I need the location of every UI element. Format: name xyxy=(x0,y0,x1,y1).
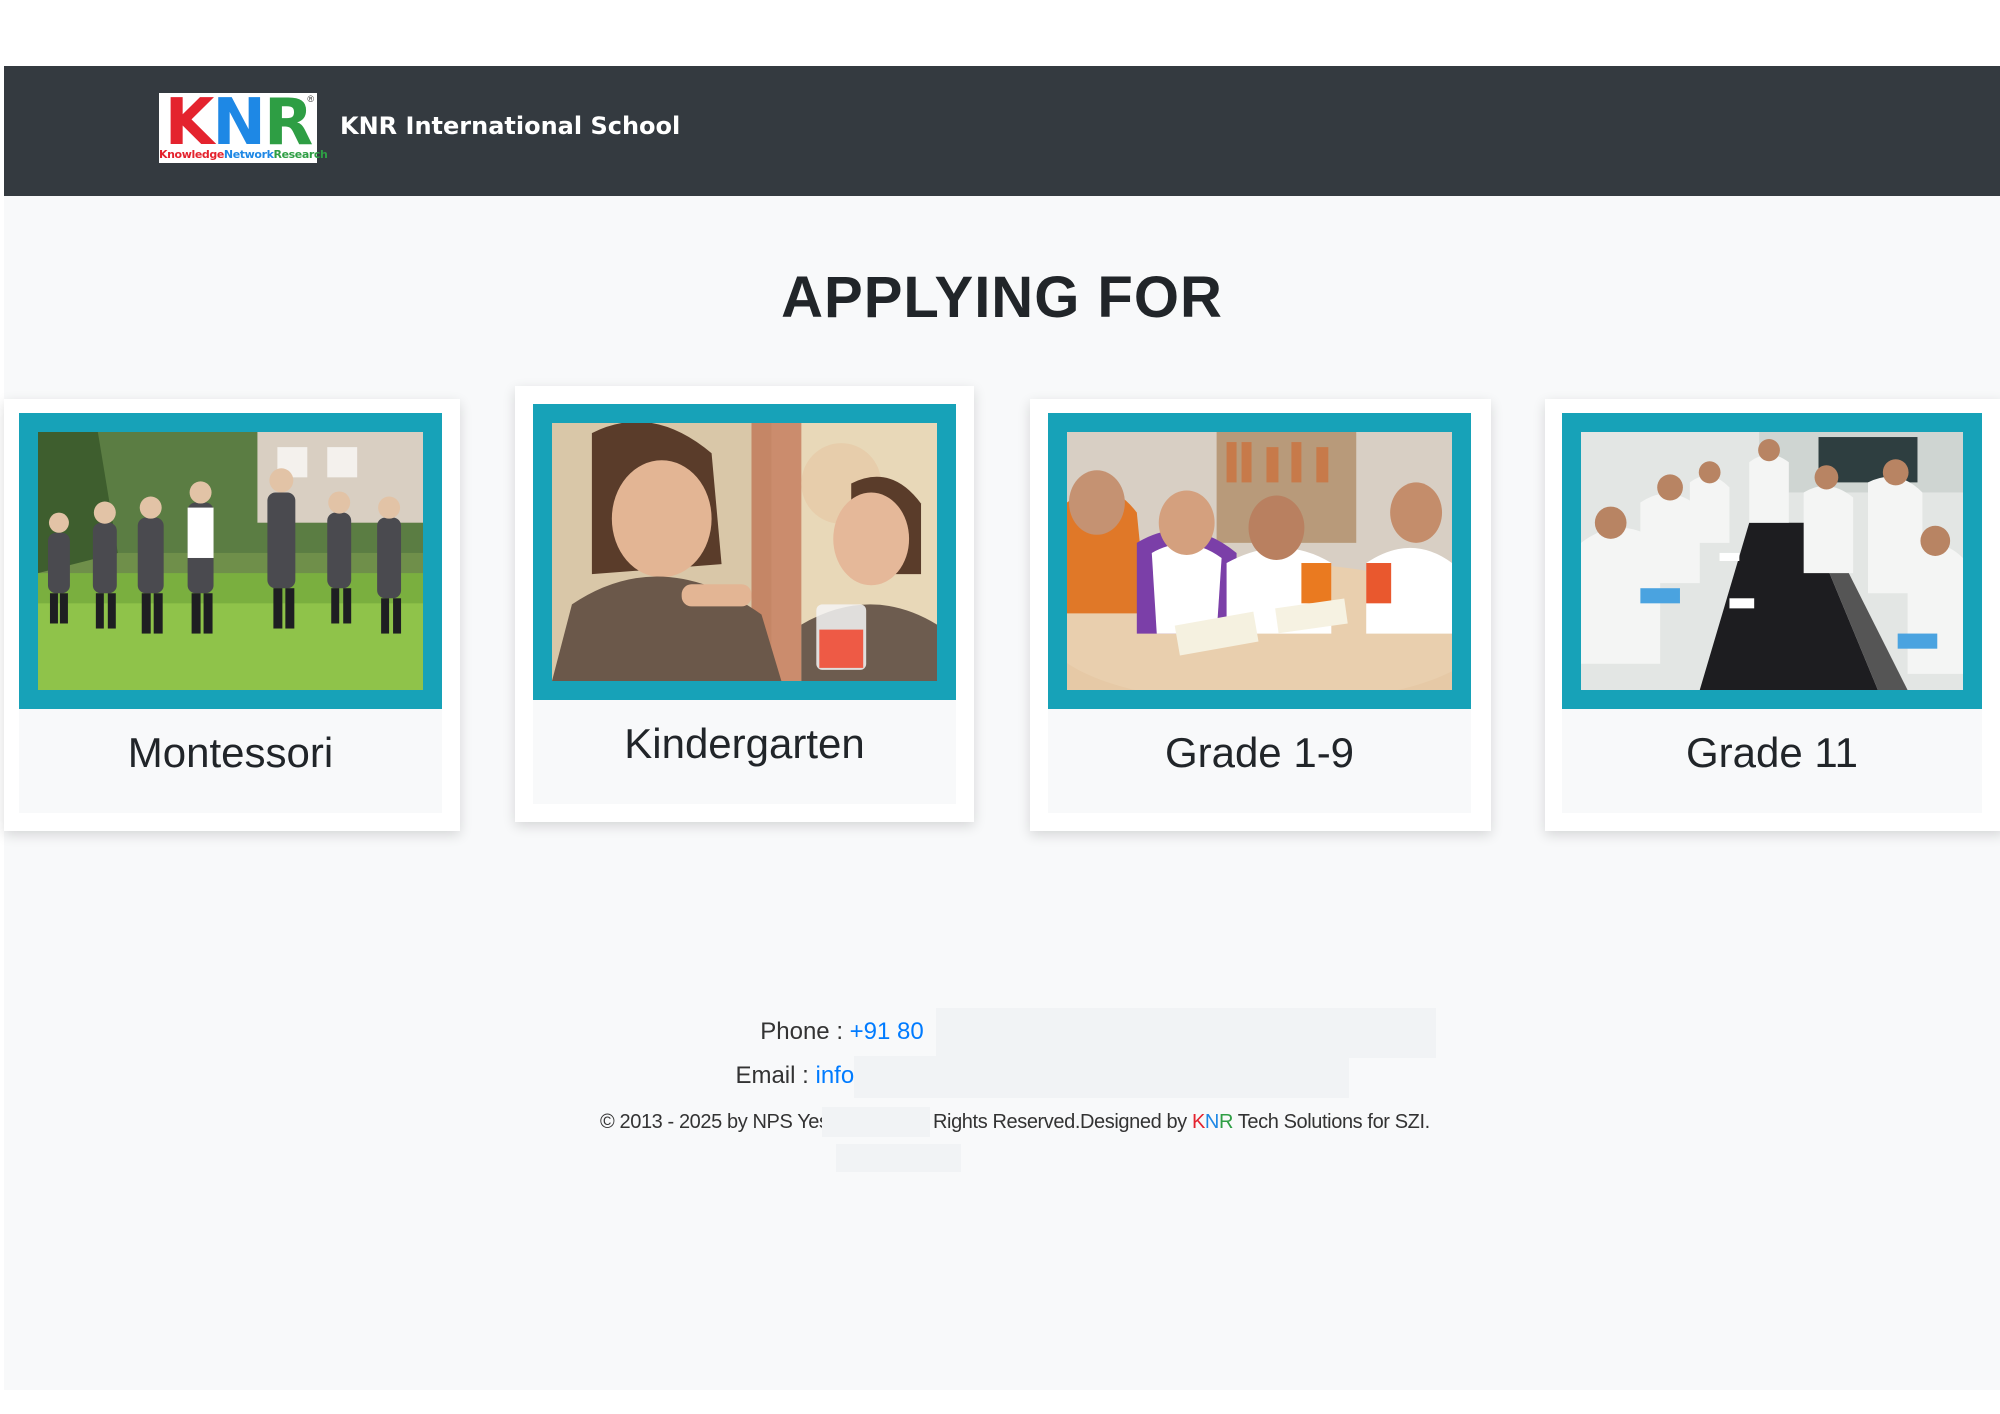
logo-tagline: KnowledgeNetworkResearch xyxy=(159,148,328,161)
phone-label: Phone : xyxy=(760,1018,843,1045)
navbar: KNR ® KnowledgeNetworkResearch KNR Inter… xyxy=(4,66,2000,196)
copyright-prefix: © 2013 - 2025 by NPS Yes xyxy=(600,1111,829,1133)
program-label-kindergarten: Kindergarten xyxy=(533,700,956,804)
email-label: Email : xyxy=(735,1062,809,1089)
photo-frame xyxy=(533,404,956,700)
program-card-kindergarten[interactable]: Kindergarten xyxy=(515,386,974,822)
photo-frame xyxy=(19,413,442,709)
program-card-montessori[interactable]: Montessori xyxy=(4,399,460,831)
page-title: APPLYING FOR xyxy=(781,265,1223,330)
program-card-grade-11[interactable]: Grade 11 xyxy=(1545,399,2000,831)
redacted-phone xyxy=(936,1008,1436,1058)
photo-frame xyxy=(1562,413,1982,709)
redacted-block xyxy=(836,1144,961,1172)
program-card-grade-1-9[interactable]: Grade 1-9 xyxy=(1030,399,1491,831)
program-image-kindergarten xyxy=(552,423,937,681)
logo-letters: KNR xyxy=(164,86,313,160)
program-image-grade-11 xyxy=(1581,432,1963,690)
program-label-montessori: Montessori xyxy=(19,709,442,813)
program-image-montessori xyxy=(38,432,423,690)
knr-credit-link[interactable]: KNR xyxy=(1192,1111,1233,1133)
registered-mark: ® xyxy=(307,94,314,104)
footer-email: Email : info@ xyxy=(4,1056,2000,1098)
program-image-grade-1-9 xyxy=(1067,432,1452,690)
program-label-grade-1-9: Grade 1-9 xyxy=(1048,709,1471,813)
photo-frame xyxy=(1048,413,1471,709)
brand-name[interactable]: KNR International School xyxy=(340,112,680,140)
redacted-copyright xyxy=(822,1107,930,1137)
redacted-email xyxy=(854,1056,1349,1098)
copyright-credit: Rights Reserved.Designed by KNR Tech Sol… xyxy=(933,1111,1430,1133)
school-logo[interactable]: KNR ® KnowledgeNetworkResearch xyxy=(159,86,328,163)
footer-copyright: © 2013 - 2025 by NPS Yes Rights Reserved… xyxy=(4,1107,2000,1137)
page-body: KNR ® KnowledgeNetworkResearch KNR Inter… xyxy=(4,66,2000,1390)
phone-link[interactable]: +91 80 xyxy=(850,1018,924,1045)
program-label-grade-11: Grade 11 xyxy=(1562,709,1982,813)
footer-phone: Phone : +91 80 xyxy=(4,1008,2000,1058)
